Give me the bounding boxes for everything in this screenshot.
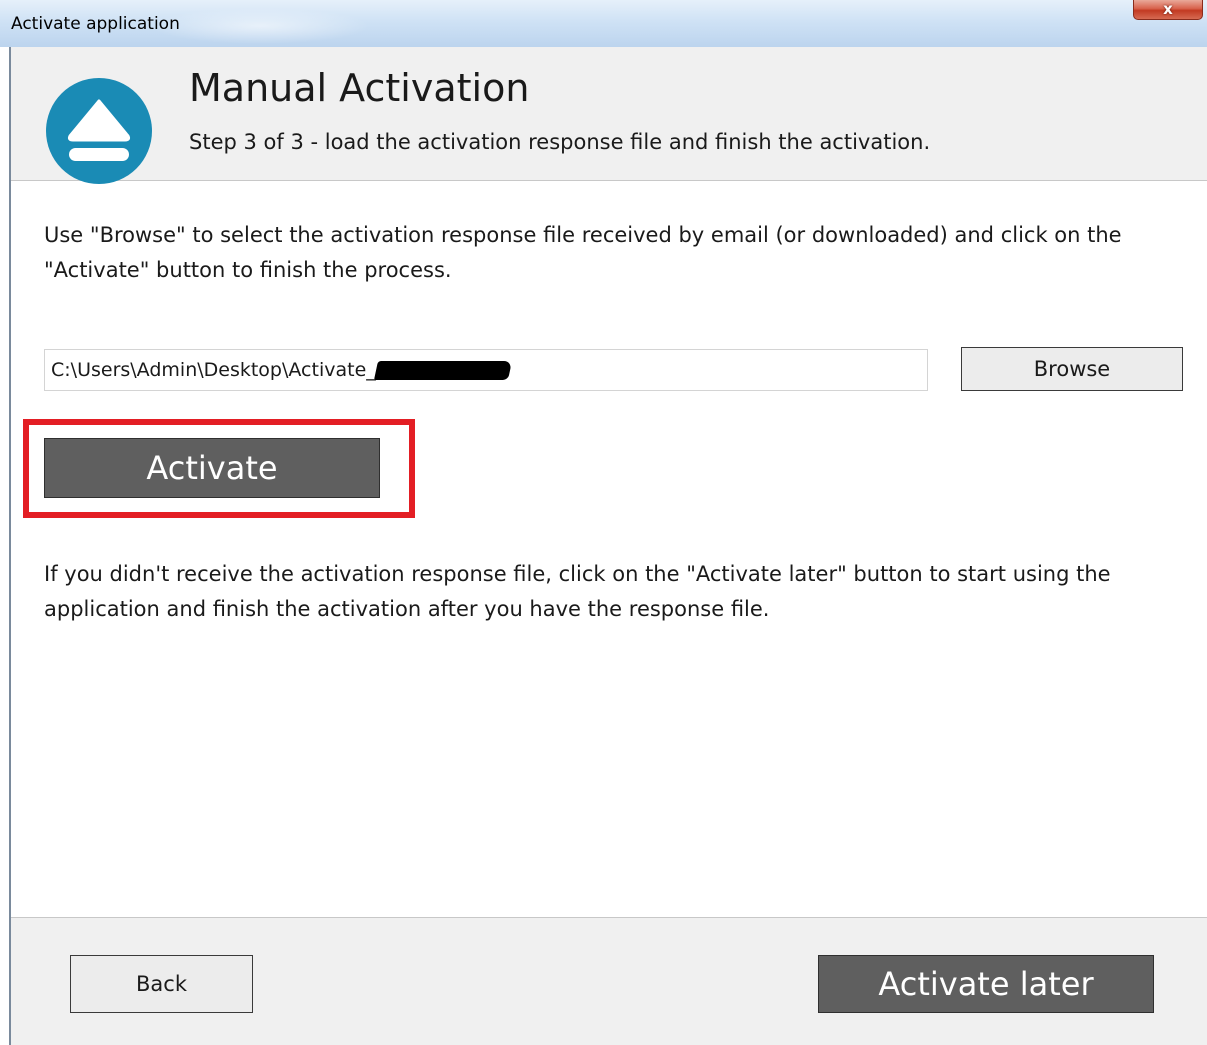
close-icon: x [1163,0,1173,18]
activate-later-note: If you didn't receive the activation res… [44,562,1111,621]
step-subtitle: Step 3 of 3 - load the activation respon… [189,130,931,154]
window-title: Activate application [11,14,180,34]
close-button[interactable]: x [1133,0,1203,20]
window-frame-left [9,47,11,1045]
instructions-text: Use "Browse" to select the activation re… [44,223,1122,282]
browse-button[interactable]: Browse [961,347,1183,391]
title-bar-glare [150,8,370,44]
wizard-header: Manual Activation Step 3 of 3 - load the… [11,47,1207,184]
activate-button[interactable]: Activate [44,438,380,498]
activate-later-button[interactable]: Activate later [818,955,1154,1013]
file-path-field[interactable]: C:\Users\Admin\Desktop\Activate_ [44,349,928,391]
file-path-value: C:\Users\Admin\Desktop\Activate_ [51,359,376,381]
window-title-bar[interactable]: Activate application x [0,0,1207,47]
eject-icon [46,78,152,184]
back-button[interactable]: Back [70,955,253,1013]
redacted-mark [373,361,512,380]
page-title: Manual Activation [189,66,530,110]
